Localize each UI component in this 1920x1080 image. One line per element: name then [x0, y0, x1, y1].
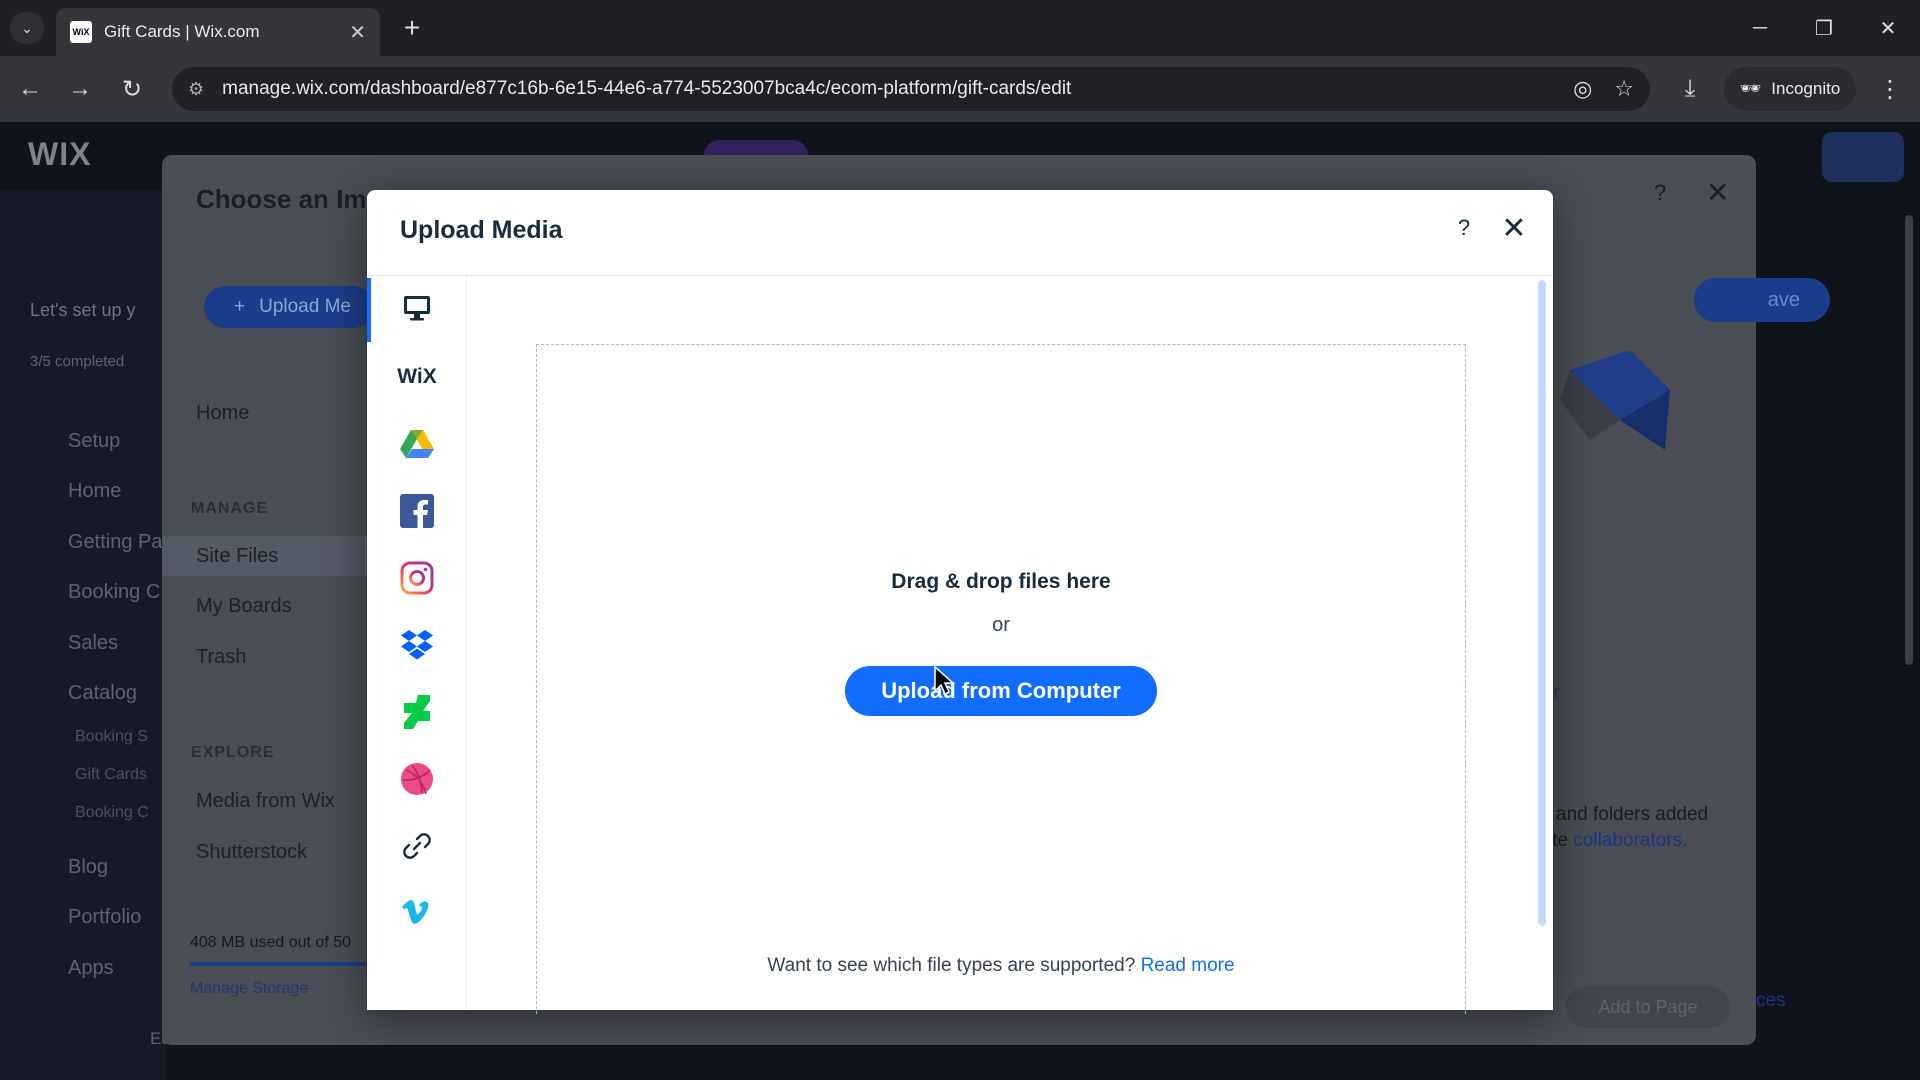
sidebar-item-blog: Blog	[68, 856, 109, 878]
sidebar-subitem: Booking C	[75, 804, 149, 821]
incognito-icon: 🕶	[1739, 79, 1762, 98]
url-text: manage.wix.com/dashboard/e877c16b-6e15-4…	[222, 78, 1072, 99]
sidebar-item-booking: Booking C	[68, 581, 161, 603]
upload-media-label: Upload Me	[259, 296, 351, 317]
bookmark-star-icon[interactable]: ☆	[1614, 76, 1634, 102]
tab-list-chevron-icon[interactable]: ⌄	[10, 12, 44, 44]
file-types-text: Want to see which file types are support…	[767, 955, 1136, 976]
sidebar-item-setup: Setup	[68, 430, 121, 452]
sidebar-item-home: Home	[68, 480, 122, 502]
incognito-indicator[interactable]: 🕶 Incognito	[1724, 67, 1856, 111]
vimeo-icon	[402, 900, 429, 924]
source-dribbble[interactable]	[392, 754, 442, 804]
new-tab-button[interactable]: +	[396, 12, 428, 44]
browser-tab[interactable]: WiX Gift Cards | Wix.com ✕	[56, 8, 380, 56]
tab-close-icon[interactable]: ✕	[349, 20, 366, 45]
or-text: or	[992, 614, 1010, 636]
manage-heading: MANAGE	[191, 500, 269, 517]
dialog-close-icon[interactable]: ✕	[1498, 212, 1530, 245]
panel-help-icon: ?	[1654, 180, 1667, 205]
source-wix[interactable]: WiX	[392, 352, 442, 402]
read-more-link[interactable]: Read more	[1141, 955, 1235, 976]
collaborators-link: collaborators.	[1573, 830, 1688, 851]
window-close-icon[interactable]: ✕	[1868, 10, 1908, 46]
download-icon[interactable]: ⤓	[1670, 70, 1710, 108]
back-icon[interactable]: ←	[10, 70, 50, 108]
setup-banner-text: Let's set up y	[30, 300, 136, 320]
source-url[interactable]	[392, 821, 442, 871]
upload-from-computer-button[interactable]: Upload from Computer	[845, 666, 1157, 716]
file-types-note: Want to see which file types are support…	[536, 955, 1466, 977]
sidebar-item-apps: Apps	[68, 957, 114, 979]
dribbble-icon	[401, 763, 433, 795]
sidebar-subitem: Booking S	[75, 728, 148, 745]
nav-site-files: Site Files	[196, 545, 279, 567]
google-drive-icon	[400, 430, 434, 458]
dialog-title: Upload Media	[400, 216, 563, 244]
incognito-label: Incognito	[1771, 79, 1841, 98]
drag-drop-text: Drag & drop files here	[891, 570, 1111, 593]
instagram-icon	[400, 561, 434, 595]
source-facebook[interactable]	[392, 486, 442, 536]
panel-save-button: ave	[1694, 278, 1830, 322]
source-active-indicator	[367, 278, 371, 342]
dropbox-icon	[401, 630, 433, 660]
browser-menu-icon[interactable]: ⋮	[1870, 70, 1910, 108]
collab-info-text-2: ite collaborators.	[1548, 830, 1687, 852]
site-info-icon[interactable]: ⚙	[188, 79, 204, 100]
upload-media-button: + Upload Me	[204, 286, 374, 328]
tab-title: Gift Cards | Wix.com	[104, 22, 260, 41]
monitor-icon	[404, 296, 430, 321]
sidebar-item-getting-paid: Getting Pa	[68, 531, 163, 553]
dialog-scrollbar[interactable]	[1538, 280, 1546, 926]
source-dropbox[interactable]	[392, 620, 442, 670]
setup-progress: 3/5 completed	[30, 353, 125, 370]
panel-close-icon: ✕	[1706, 177, 1730, 208]
wix-favicon-icon: WiX	[70, 21, 92, 43]
sidebar-item-catalog: Catalog	[68, 682, 137, 704]
dialog-header-divider	[367, 275, 1553, 276]
source-instagram[interactable]	[392, 553, 442, 603]
page-scrollbar	[1905, 215, 1913, 665]
sidebar-item-sales: Sales	[68, 632, 119, 654]
source-my-computer[interactable]	[392, 283, 442, 333]
partial-link: ces	[1756, 990, 1786, 1011]
mouse-cursor-icon	[934, 666, 955, 696]
source-google-drive[interactable]	[392, 419, 442, 469]
source-deviantart[interactable]	[392, 687, 442, 737]
manage-storage-link: Manage Storage	[190, 980, 309, 997]
wix-logo: WIX	[28, 136, 92, 172]
facebook-icon	[400, 494, 434, 528]
collab-info-text: and folders added	[1556, 804, 1709, 825]
nav-home: Home	[196, 402, 250, 424]
source-vimeo[interactable]	[392, 888, 442, 938]
ai-button	[1822, 132, 1904, 182]
nav-my-boards: My Boards	[196, 595, 292, 617]
reload-icon[interactable]: ↻	[112, 70, 152, 108]
link-icon	[403, 833, 431, 859]
storage-usage-bar	[190, 962, 368, 966]
storage-usage-text: 408 MB used out of 50	[190, 934, 351, 951]
restore-icon[interactable]: ❐	[1804, 10, 1844, 46]
minimize-icon[interactable]: ─	[1740, 10, 1780, 46]
dialog-help-icon[interactable]: ?	[1450, 214, 1478, 242]
deviantart-icon	[404, 695, 430, 729]
add-to-page-button: Add to Page	[1566, 986, 1730, 1028]
choose-image-title: Choose an Ima	[196, 184, 381, 214]
explore-heading: EXPLORE	[191, 744, 275, 761]
wix-icon: WiX	[397, 365, 437, 388]
forward-icon[interactable]: →	[60, 70, 100, 108]
folder-illustration-icon	[1560, 350, 1670, 450]
nav-media-from-wix: Media from Wix	[196, 790, 335, 812]
address-bar[interactable]: ⚙ manage.wix.com/dashboard/e877c16b-6e15…	[172, 67, 1650, 111]
nav-shutterstock: Shutterstock	[196, 841, 308, 863]
nav-trash: Trash	[196, 646, 247, 668]
tracking-eye-off-icon[interactable]: ◎	[1573, 76, 1592, 102]
sidebar-subitem: Gift Cards	[75, 766, 148, 783]
plus-icon: +	[234, 296, 246, 317]
sidebar-item-portfolio: Portfolio	[68, 906, 142, 928]
